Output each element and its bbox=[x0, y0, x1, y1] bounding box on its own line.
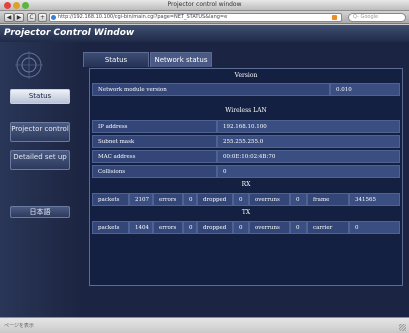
wireless-label: IP address bbox=[92, 120, 217, 133]
rss-icon[interactable] bbox=[332, 15, 337, 20]
wireless-row-mac: MAC address 00:0E:10:02:4B:70 bbox=[92, 150, 400, 163]
tx-cell: 0 bbox=[349, 221, 400, 234]
rx-cell: 0 bbox=[233, 193, 249, 206]
wireless-row-ip: IP address 192.168.10.100 bbox=[92, 120, 400, 133]
tx-row: packets 1404 errors 0 dropped 0 overruns… bbox=[92, 221, 400, 234]
rx-cell: errors bbox=[153, 193, 183, 206]
tx-cell: packets bbox=[92, 221, 129, 234]
tab-status-information[interactable]: Status information bbox=[83, 52, 149, 79]
rx-cell: 2107 bbox=[129, 193, 153, 206]
rx-heading: RX bbox=[241, 181, 251, 188]
wireless-label: Subnet mask bbox=[92, 135, 217, 148]
tx-cell: 0 bbox=[183, 221, 197, 234]
wireless-row-subnet: Subnet mask 255.255.255.0 bbox=[92, 135, 400, 148]
rx-cell: overruns bbox=[249, 193, 290, 206]
tx-cell: errors bbox=[153, 221, 183, 234]
address-bar[interactable]: http://192.168.10.100/cgi-bin/main.cgi?p… bbox=[49, 13, 342, 22]
tx-cell: 1404 bbox=[129, 221, 153, 234]
reload-button[interactable]: C bbox=[27, 13, 36, 22]
add-bookmark-button[interactable]: + bbox=[38, 13, 47, 22]
version-heading: Version bbox=[234, 72, 258, 79]
nav-status-button[interactable]: Status bbox=[10, 89, 70, 104]
wireless-label: MAC address bbox=[92, 150, 217, 163]
url-text: http://192.168.10.100/cgi-bin/main.cgi?p… bbox=[58, 14, 228, 20]
search-input[interactable]: Q- Google bbox=[348, 13, 406, 22]
browser-status-bar: ページを表示 bbox=[0, 317, 409, 333]
projector-logo-icon bbox=[15, 51, 43, 79]
browser-toolbar: ◀ ▶ C + http://192.168.10.100/cgi-bin/ma… bbox=[0, 11, 409, 24]
network-status-panel: Version Network module version 0.010 Wir… bbox=[89, 68, 403, 286]
version-label: Network module version bbox=[92, 83, 330, 96]
window-title-bar: Projector control window bbox=[0, 0, 409, 11]
page-header: Projector Control Window bbox=[0, 25, 409, 42]
wireless-value: 255.255.255.0 bbox=[217, 135, 400, 148]
version-value: 0.010 bbox=[330, 83, 400, 96]
wireless-value: 0 bbox=[217, 165, 400, 178]
tx-cell: overruns bbox=[249, 221, 290, 234]
tx-heading: TX bbox=[241, 209, 251, 216]
tab-bar: Status information Network status bbox=[80, 52, 409, 79]
back-button[interactable]: ◀ bbox=[4, 13, 14, 22]
nav-japanese-button[interactable]: 日本語 bbox=[10, 206, 70, 218]
rx-cell: frame bbox=[307, 193, 349, 206]
rx-cell: 0 bbox=[183, 193, 197, 206]
wireless-value: 00:0E:10:02:4B:70 bbox=[217, 150, 400, 163]
tx-cell: dropped bbox=[197, 221, 233, 234]
rx-cell: packets bbox=[92, 193, 129, 206]
version-row: Network module version 0.010 bbox=[92, 83, 400, 96]
tx-cell: 0 bbox=[290, 221, 307, 234]
rx-cell: 341565 bbox=[349, 193, 400, 206]
wireless-row-collisions: Collisions 0 bbox=[92, 165, 400, 178]
window-title: Projector control window bbox=[167, 1, 242, 8]
tx-cell: carrier bbox=[307, 221, 349, 234]
tx-cell: 0 bbox=[233, 221, 249, 234]
globe-icon bbox=[51, 15, 56, 20]
nav-projector-control-button[interactable]: Projector control bbox=[10, 122, 70, 142]
rx-cell: 0 bbox=[290, 193, 307, 206]
forward-button[interactable]: ▶ bbox=[14, 13, 24, 22]
status-text: ページを表示 bbox=[4, 323, 34, 329]
main-content: Status information Network status Versio… bbox=[80, 42, 409, 317]
rx-cell: dropped bbox=[197, 193, 233, 206]
nav-detailed-setup-button[interactable]: Detailed set up bbox=[10, 150, 70, 170]
wireless-lan-heading: Wireless LAN bbox=[225, 107, 267, 114]
page-title: Projector Control Window bbox=[4, 28, 135, 38]
wireless-value: 192.168.10.100 bbox=[217, 120, 400, 133]
search-placeholder: Q- Google bbox=[353, 14, 379, 20]
left-navigation: Status Projector control Detailed set up… bbox=[0, 42, 80, 317]
resize-grip-icon[interactable] bbox=[399, 324, 406, 331]
tab-network-status[interactable]: Network status bbox=[150, 52, 212, 67]
wireless-label: Collisions bbox=[92, 165, 217, 178]
rx-row: packets 2107 errors 0 dropped 0 overruns… bbox=[92, 193, 400, 206]
